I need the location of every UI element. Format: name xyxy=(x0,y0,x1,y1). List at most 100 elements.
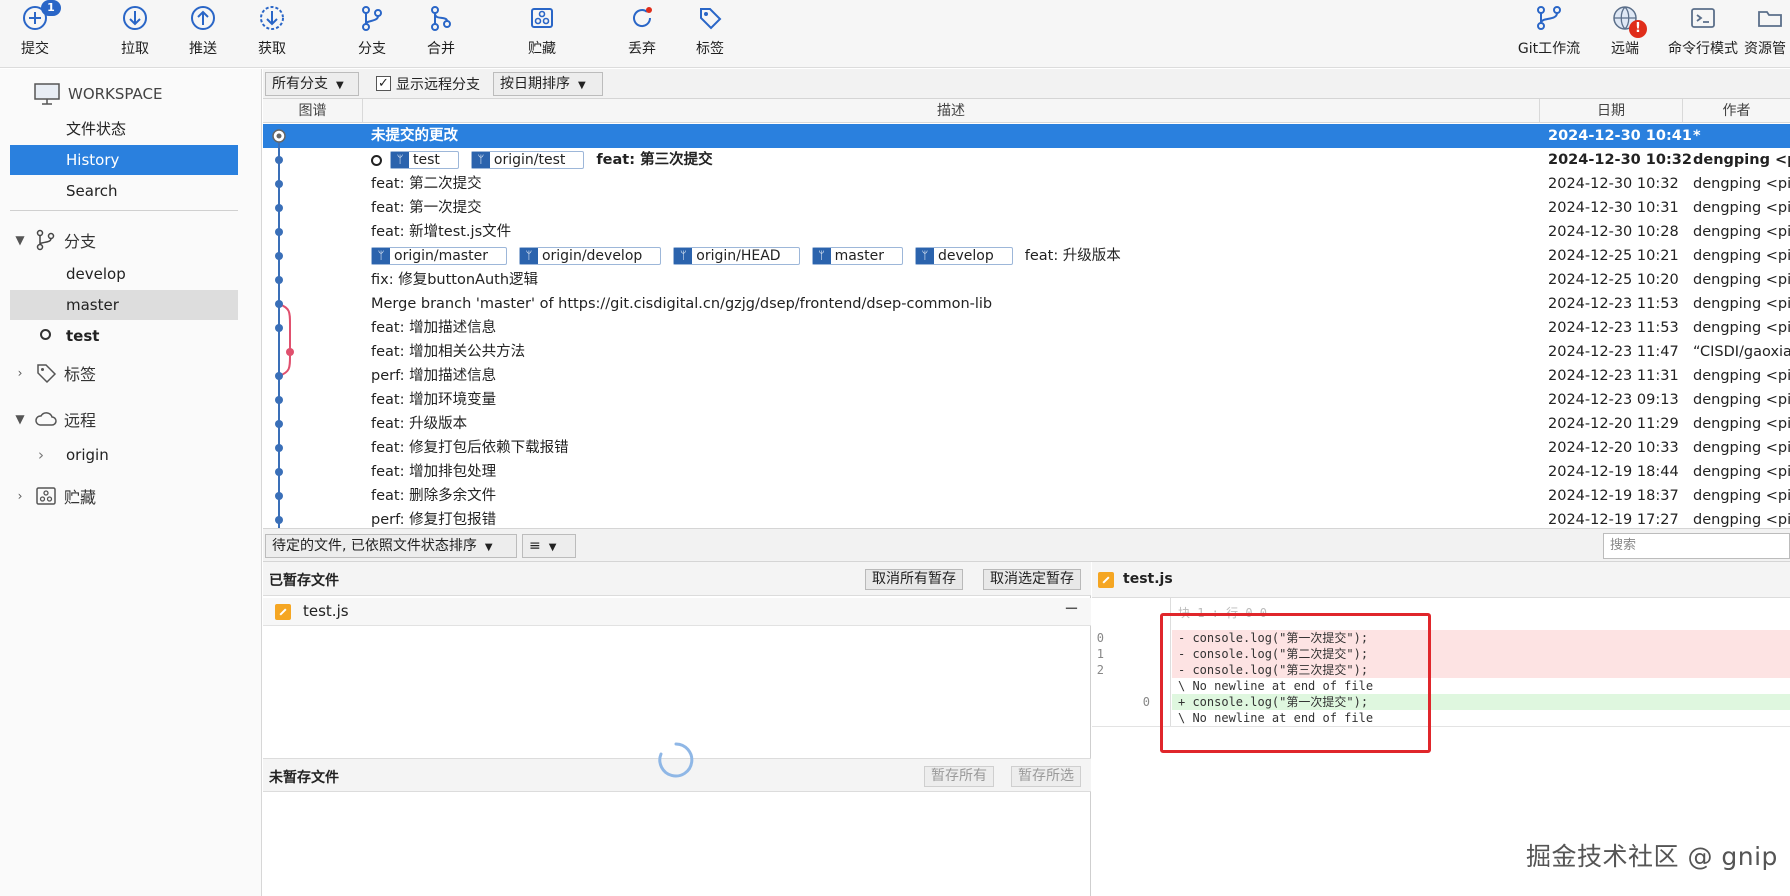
branch-ref-badge[interactable]: ᛘ origin/develop xyxy=(518,247,662,265)
branch-ref-badge[interactable]: ᛘ test xyxy=(390,151,459,169)
branch-ref-badge[interactable]: ᛘ develop xyxy=(914,247,1013,265)
commit-row[interactable]: feat: 增加描述信息 2024-12-23 11:53 dengping <pi xyxy=(263,316,1790,340)
chevron-down-icon: ▼ xyxy=(578,80,586,91)
sidebar-section-branches[interactable]: ▼ 分支 xyxy=(12,225,96,255)
new-line-number xyxy=(1130,662,1150,678)
commit-author: dengping <pi xyxy=(1693,440,1790,456)
workspace-label: WORKSPACE xyxy=(68,85,163,103)
branch-ref-badge[interactable]: ᛘ origin/HEAD xyxy=(673,247,800,265)
tag-button[interactable]: 标签 xyxy=(675,4,745,64)
show-remote-checkbox[interactable]: ✓ xyxy=(376,76,391,91)
discard-button[interactable]: 丢弃 xyxy=(607,4,677,64)
commit-row[interactable]: Merge branch 'master' of https://git.cis… xyxy=(263,292,1790,316)
commit-row[interactable]: feat: 第一次提交 2024-12-30 10:31 dengping <pi xyxy=(263,196,1790,220)
commit-row[interactable]: feat: 增加排包处理 2024-12-19 18:44 dengping <pi xyxy=(263,460,1790,484)
chevron-right-icon: › xyxy=(38,446,44,464)
fetch-button[interactable]: 获取 xyxy=(237,4,307,64)
column-header-graph[interactable]: 图谱 xyxy=(263,99,363,123)
stage-all-button[interactable]: 暂存所有 xyxy=(924,766,994,787)
unstage-selected-button[interactable]: 取消选定暂存 xyxy=(983,569,1081,590)
graph-commit-node xyxy=(275,300,283,308)
commit-row[interactable]: feat: 删除多余文件 2024-12-19 18:37 dengping <pi xyxy=(263,484,1790,508)
staged-file-row[interactable]: test.js − xyxy=(263,598,1091,626)
pending-files-value: 待定的文件, 已依照文件状态排序 xyxy=(272,538,477,554)
branch-ref-badge[interactable]: ᛘ master xyxy=(811,247,903,265)
commit-row[interactable]: ᛘ test ᛘ origin/test feat: 第三次提交 2024-12-30 1… xyxy=(263,148,1790,172)
commit-graph xyxy=(272,129,294,528)
unstage-all-button[interactable]: 取消所有暂存 xyxy=(865,569,963,590)
sidebar-item-branch-master[interactable]: master xyxy=(10,290,238,320)
uncommitted-changes-row[interactable]: 未提交的更改 2024-12-30 10:41 * xyxy=(263,124,1790,148)
commit-author: dengping <p xyxy=(1693,152,1790,168)
commit-row[interactable]: feat: 修复打包后依赖下载报错 2024-12-20 10:33 dengpin… xyxy=(263,436,1790,460)
branch-ref-badge[interactable]: ᛘ origin/test xyxy=(470,151,585,169)
sidebar-item-branch-develop[interactable]: develop xyxy=(10,259,238,289)
commit-description: feat: 升级版本 xyxy=(371,412,467,436)
file-status-toolbar: 待定的文件, 已依照文件状态排序 ▼ ≡ ▼ 搜索 xyxy=(263,528,1790,562)
branch-button[interactable]: 分支 xyxy=(337,4,407,64)
sidebar-section-remotes[interactable]: ▼ 远程 xyxy=(12,404,96,434)
commit-message: feat: 新增test.js文件 xyxy=(371,224,512,240)
sidebar-section-tags[interactable]: › 标签 xyxy=(12,358,96,388)
sidebar-item-branch-test[interactable]: test xyxy=(10,321,238,351)
commit-row[interactable]: fix: 修复buttonAuth逻辑 2024-12-25 10:20 dengp… xyxy=(263,268,1790,292)
unstaged-files-title: 未暂存文件 xyxy=(269,770,339,786)
column-header-description[interactable]: 描述 xyxy=(363,99,1540,123)
branch-ref-label: origin/develop xyxy=(541,248,643,264)
commit-message: Merge branch 'master' of https://git.cis… xyxy=(371,296,993,312)
push-icon xyxy=(189,4,217,32)
commit-row[interactable]: feat: 升级版本 2024-12-20 11:29 dengping <pi xyxy=(263,412,1790,436)
column-header-date[interactable]: 日期 xyxy=(1540,99,1683,123)
stage-selected-button[interactable]: 暂存所选 xyxy=(1011,766,1081,787)
commit-row[interactable]: feat: 增加环境变量 2024-12-23 09:13 dengping <pi xyxy=(263,388,1790,412)
sidebar-item-remote-origin[interactable]: › origin xyxy=(10,440,238,470)
column-header-author[interactable]: 作者 xyxy=(1683,99,1790,123)
stash-button[interactable]: 贮藏 xyxy=(507,4,577,64)
pull-button[interactable]: 拉取 xyxy=(100,4,170,64)
gitflow-label: Git工作流 xyxy=(1517,41,1581,57)
push-button[interactable]: 推送 xyxy=(168,4,238,64)
commit-date: 2024-12-30 10:32 xyxy=(1548,176,1679,192)
commit-row[interactable]: feat: 增加相关公共方法 2024-12-23 11:47 “CISDI/gao… xyxy=(263,340,1790,364)
commit-author: dengping <pi xyxy=(1693,320,1790,336)
commit-row[interactable]: perf: 修复打包报错 2024-12-19 17:27 dengping <pi xyxy=(263,508,1790,528)
remote-button[interactable]: ! 远端 xyxy=(1590,4,1660,64)
collapse-icon[interactable]: − xyxy=(1064,598,1079,619)
sort-order-select[interactable]: 按日期排序 ▼ xyxy=(493,72,603,96)
graph-commit-node xyxy=(275,468,283,476)
commit-date: 2024-12-19 18:44 xyxy=(1548,464,1679,480)
remote-label: 远端 xyxy=(1611,41,1639,57)
branch-label: 分支 xyxy=(358,41,386,57)
commit-row[interactable]: feat: 新增test.js文件 2024-12-30 10:28 dengpin… xyxy=(263,220,1790,244)
commit-author: dengping <pi xyxy=(1693,200,1790,216)
sidebar-item-search[interactable]: Search xyxy=(10,176,238,206)
view-mode-select[interactable]: ≡ ▼ xyxy=(522,534,576,558)
merge-button[interactable]: 合并 xyxy=(406,4,476,64)
commit-author: dengping <pi xyxy=(1693,464,1790,480)
search-input[interactable]: 搜索 xyxy=(1603,533,1790,559)
graph-commit-node xyxy=(275,420,283,428)
graph-commit-node xyxy=(286,348,294,356)
terminal-button[interactable]: 命令行模式 xyxy=(1668,4,1738,64)
list-view-icon: ≡ xyxy=(529,538,541,554)
branch-ref-badge[interactable]: ᛘ origin/master xyxy=(371,247,507,265)
graph-commit-node xyxy=(275,252,283,260)
commit-author: dengping <pi xyxy=(1693,512,1790,528)
explorer-button[interactable]: 资源管 xyxy=(1744,4,1790,64)
pending-files-select[interactable]: 待定的文件, 已依照文件状态排序 ▼ xyxy=(265,534,517,558)
gitflow-button[interactable]: Git工作流 xyxy=(1514,4,1584,64)
branch-filter-select[interactable]: 所有分支 ▼ xyxy=(265,72,359,96)
graph-uncommitted-node-dot xyxy=(276,133,282,139)
workspace-header[interactable]: WORKSPACE xyxy=(34,83,162,105)
sidebar-item-history[interactable]: History xyxy=(10,145,238,175)
commit-button[interactable]: 1 提交 xyxy=(0,0,70,64)
sidebar-item-file-status[interactable]: 文件状态 xyxy=(10,114,238,144)
commit-row[interactable]: feat: 第二次提交 2024-12-30 10:32 dengping <pi xyxy=(263,172,1790,196)
commit-date: 2024-12-30 10:28 xyxy=(1548,224,1679,240)
commit-description: perf: 修复打包报错 xyxy=(371,508,496,528)
commit-message: feat: 修复打包后依赖下载报错 xyxy=(371,440,569,456)
commit-row[interactable]: ᛘ origin/master ᛘ origin/develop ᛘ origin/HEA… xyxy=(263,244,1790,268)
monitor-icon xyxy=(34,83,60,105)
commit-row[interactable]: perf: 增加描述信息 2024-12-23 11:31 dengping <pi xyxy=(263,364,1790,388)
sidebar-section-stashes[interactable]: › 贮藏 xyxy=(12,481,96,511)
